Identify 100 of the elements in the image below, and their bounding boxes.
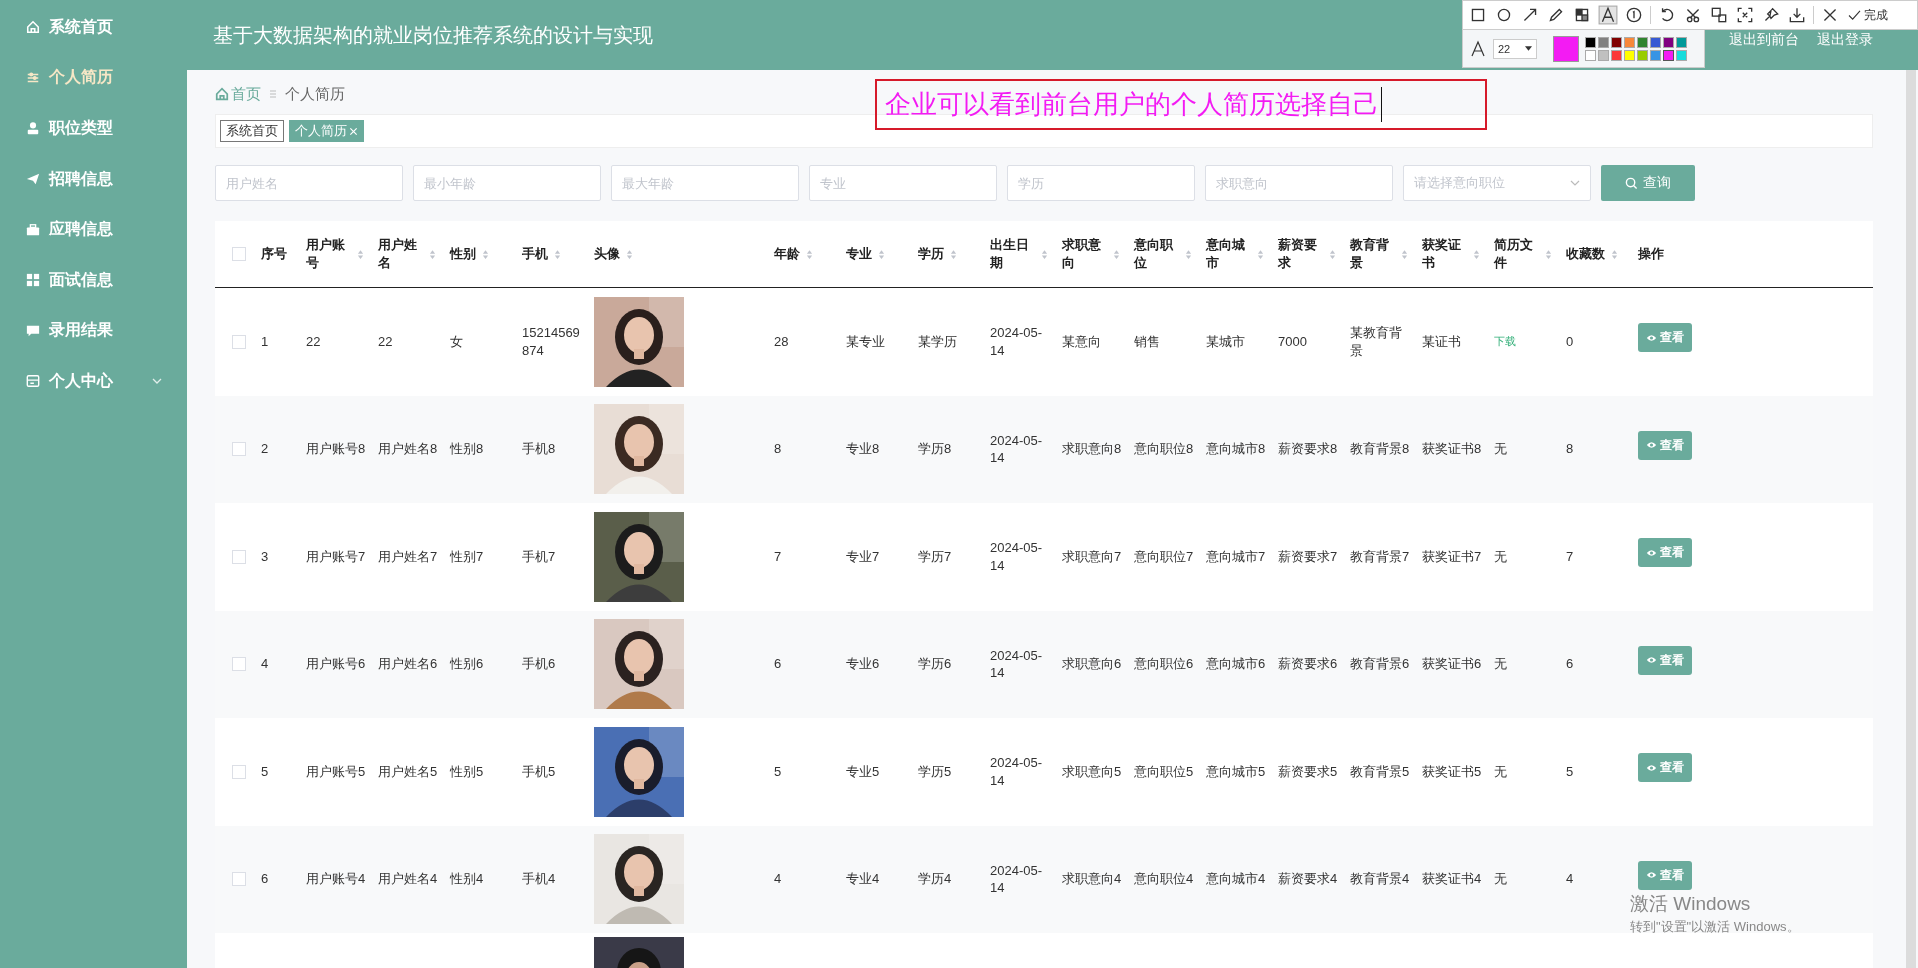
sort-icon[interactable] [429,248,436,260]
input-field[interactable]: 用户姓名 [215,165,403,201]
breadcrumb-link[interactable]: 首页 [231,84,261,104]
sort-icon[interactable] [878,248,885,260]
input-field[interactable]: 专业 [809,165,997,201]
header-link[interactable]: 退出登录 [1817,31,1873,49]
sort-icon[interactable] [1329,248,1336,260]
sort-icon[interactable] [482,248,489,260]
table-cell: 教育背景4 [1350,870,1410,888]
color-swatch[interactable] [1637,36,1648,48]
download-link[interactable]: 下载 [1494,334,1516,350]
color-swatch[interactable] [1650,36,1661,48]
header-link[interactable]: 退出到前台 [1729,31,1799,49]
table-cell-text: 2024-05-14 [990,324,1044,360]
input-field[interactable]: 最大年龄 [611,165,799,201]
view-button[interactable]: 查看 [1638,430,1692,460]
checkbox[interactable] [232,872,246,887]
table-cell-text: 2024-05-14 [990,861,1044,897]
view-button[interactable]: 查看 [1638,645,1692,675]
sort-icon[interactable] [1401,248,1408,260]
table-cell-text: 某教育背景 [1350,324,1403,360]
download-icon[interactable] [1787,5,1807,25]
text-icon[interactable] [1598,5,1618,25]
done-button[interactable]: 完成 [1846,6,1890,24]
sidebar-item[interactable]: 招聘信息 [0,153,187,205]
view-button[interactable]: 查看 [1638,860,1692,890]
table-cell: 无 [1494,440,1507,458]
checkbox[interactable] [232,764,246,779]
table-cell: 2 [261,440,269,458]
table-cell-text: 2024-05-14 [990,539,1044,575]
input-field[interactable]: 最小年龄 [413,165,601,201]
color-swatch[interactable] [1624,49,1635,61]
sort-icon[interactable] [1113,248,1120,260]
sort-icon[interactable] [1041,248,1048,260]
color-swatch[interactable] [1663,49,1674,61]
sidebar-item[interactable]: 录用结果 [0,305,187,357]
sort-icon[interactable] [554,248,561,260]
view-button[interactable]: 查看 [1638,538,1692,568]
view-button[interactable]: 查看 [1638,753,1692,783]
table-cell: 专业6 [846,655,880,673]
sort-icon[interactable] [950,248,957,260]
chevron-down-icon [1570,180,1580,186]
sort-icon[interactable] [1257,248,1264,260]
view-button[interactable]: 查看 [1638,323,1692,353]
search-button[interactable]: 查询 [1601,165,1695,201]
color-swatch[interactable] [1624,36,1635,48]
color-swatch[interactable] [1598,49,1609,61]
sort-icon[interactable] [626,248,633,260]
tab[interactable]: 个人简历 [289,120,364,142]
checkbox[interactable] [232,334,246,349]
input-field[interactable]: 学历 [1007,165,1195,201]
sort-icon[interactable] [1185,248,1192,260]
eye-icon [1646,656,1657,665]
color-swatch[interactable] [1676,49,1687,61]
app-title: 基于大数据架构的就业岗位推荐系统的设计与实现 [213,22,653,48]
table-cell: 求职意向5 [1062,762,1122,781]
sidebar-item[interactable]: 职位类型 [0,103,187,154]
table-cell-text: 15214569874 [522,324,581,360]
eye-icon [1646,333,1657,342]
color-swatch[interactable] [1637,49,1648,61]
table-cell-text: 2024-05-14 [990,646,1044,682]
checkbox[interactable] [232,657,246,672]
color-swatch[interactable] [1663,36,1674,48]
color-swatch[interactable] [1585,49,1596,61]
table-cell: 22 [378,332,393,351]
table-cell: 5 [774,762,782,781]
color-swatch[interactable] [1598,36,1609,48]
sort-icon[interactable] [1611,248,1618,260]
sort-icon[interactable] [806,248,813,260]
select-field[interactable]: 请选择意向职位 [1403,165,1591,201]
checkbox[interactable] [232,442,246,457]
table-cell: 用户姓名7 [378,547,438,566]
sidebar-item[interactable]: 面试信息 [0,254,187,306]
sidebar-item[interactable]: 应聘信息 [0,204,187,255]
number-icon[interactable] [1624,5,1644,25]
input-field[interactable]: 求职意向 [1205,165,1393,201]
current-color-swatch[interactable] [1553,35,1579,62]
checkbox[interactable] [232,247,246,261]
tab[interactable]: 系统首页 [220,120,284,142]
column-header: 性别 [450,245,476,263]
checkbox[interactable] [232,549,246,564]
table-cell: 某专业 [846,332,885,351]
table-cell: 4 [774,870,782,888]
color-swatch[interactable] [1650,49,1661,61]
font-size-select[interactable]: 22 [1493,38,1537,59]
card-icon [26,374,40,389]
color-swatch[interactable] [1676,36,1687,48]
scan-icon[interactable] [1735,5,1755,25]
sort-icon[interactable] [1545,248,1552,260]
sidebar-item[interactable]: 个人中心 [0,356,187,407]
scrollbar[interactable] [1906,70,1916,968]
color-swatch[interactable] [1585,36,1596,48]
sort-icon[interactable] [357,248,364,260]
color-swatch[interactable] [1611,36,1622,48]
table-cell: 销售 [1134,332,1160,351]
sidebar-item[interactable]: 个人简历 [0,52,187,104]
color-swatch[interactable] [1611,49,1622,61]
sort-icon[interactable] [1473,248,1480,260]
table-cell: 手机4 [522,870,556,888]
sidebar-item[interactable]: 系统首页 [0,2,187,53]
